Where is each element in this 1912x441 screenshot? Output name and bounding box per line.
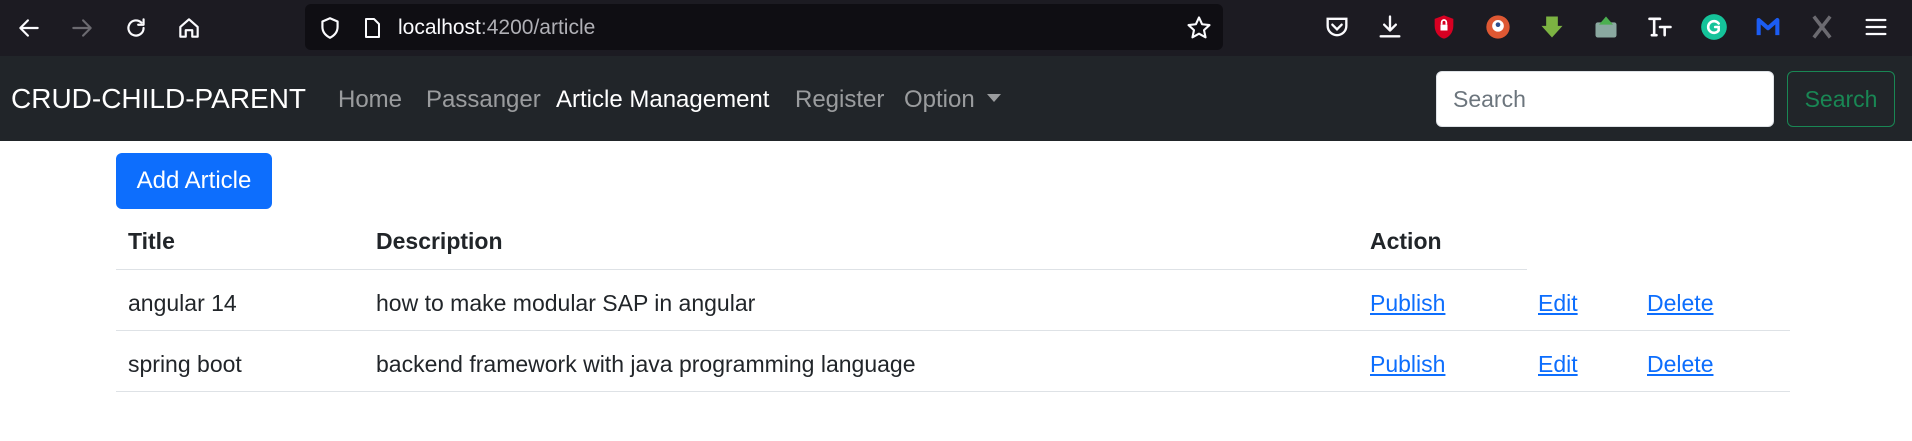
table-header-divider [116,269,1527,270]
publish-link[interactable]: Publish [1370,290,1445,317]
malwarebytes-icon[interactable] [1753,12,1783,42]
bookmark-star-icon[interactable] [1185,14,1213,47]
nav-link-home[interactable]: Home [338,86,402,114]
url-path: :4200/article [480,16,596,39]
page-info-icon[interactable] [360,16,384,45]
row-divider [116,391,1790,392]
edit-link[interactable]: Edit [1538,290,1578,317]
column-header-description: Description [376,228,503,254]
reload-icon[interactable] [118,10,154,46]
url-text[interactable]: localhost:4200/article [398,16,595,40]
nav-link-passanger[interactable]: Passanger [426,86,541,114]
add-article-button[interactable]: Add Article [116,153,272,209]
cell-description: backend framework with java programming … [376,351,916,377]
languagetool-icon[interactable] [1645,12,1675,42]
tracking-shield-icon[interactable] [317,15,343,46]
cell-description: how to make modular SAP in angular [376,290,756,316]
chevron-down-icon [986,93,1001,102]
search-input[interactable] [1436,71,1774,127]
pocket-icon[interactable] [1322,12,1352,42]
delete-link[interactable]: Delete [1647,290,1713,317]
search-button[interactable]: Search [1787,71,1895,127]
nav-dropdown-option-label: Option [904,86,975,113]
publish-link[interactable]: Publish [1370,351,1445,378]
duckduckgo-icon[interactable] [1483,12,1513,42]
nav-link-register[interactable]: Register [795,86,884,114]
home-icon[interactable] [171,10,207,46]
url-host: localhost [398,16,481,39]
download-icon[interactable] [1375,12,1405,42]
row-divider [116,330,1790,331]
menu-icon[interactable] [1861,12,1891,42]
cell-title: spring boot [128,351,242,377]
mail-extension-icon[interactable] [1591,12,1621,42]
x-extension-icon[interactable] [1807,12,1837,42]
browser-toolbar: localhost:4200/article [0,0,1912,56]
forward-icon[interactable] [64,10,100,46]
edit-link[interactable]: Edit [1538,351,1578,378]
back-icon[interactable] [11,10,47,46]
column-header-action: Action [1370,228,1442,254]
nav-link-article-management[interactable]: Article Management [556,86,769,114]
grammarly-icon[interactable] [1699,12,1729,42]
brand-logo-text[interactable]: CRUD-CHILD-PARENT [11,83,306,115]
nav-dropdown-option[interactable]: Option [904,86,1001,114]
download-helper-icon[interactable] [1537,12,1567,42]
delete-link[interactable]: Delete [1647,351,1713,378]
app-navbar: CRUD-CHILD-PARENT Home Passanger Article… [0,56,1912,141]
column-header-title: Title [128,228,175,254]
ublock-icon[interactable] [1429,12,1459,42]
cell-title: angular 14 [128,290,237,316]
address-bar[interactable]: localhost:4200/article [305,4,1223,50]
